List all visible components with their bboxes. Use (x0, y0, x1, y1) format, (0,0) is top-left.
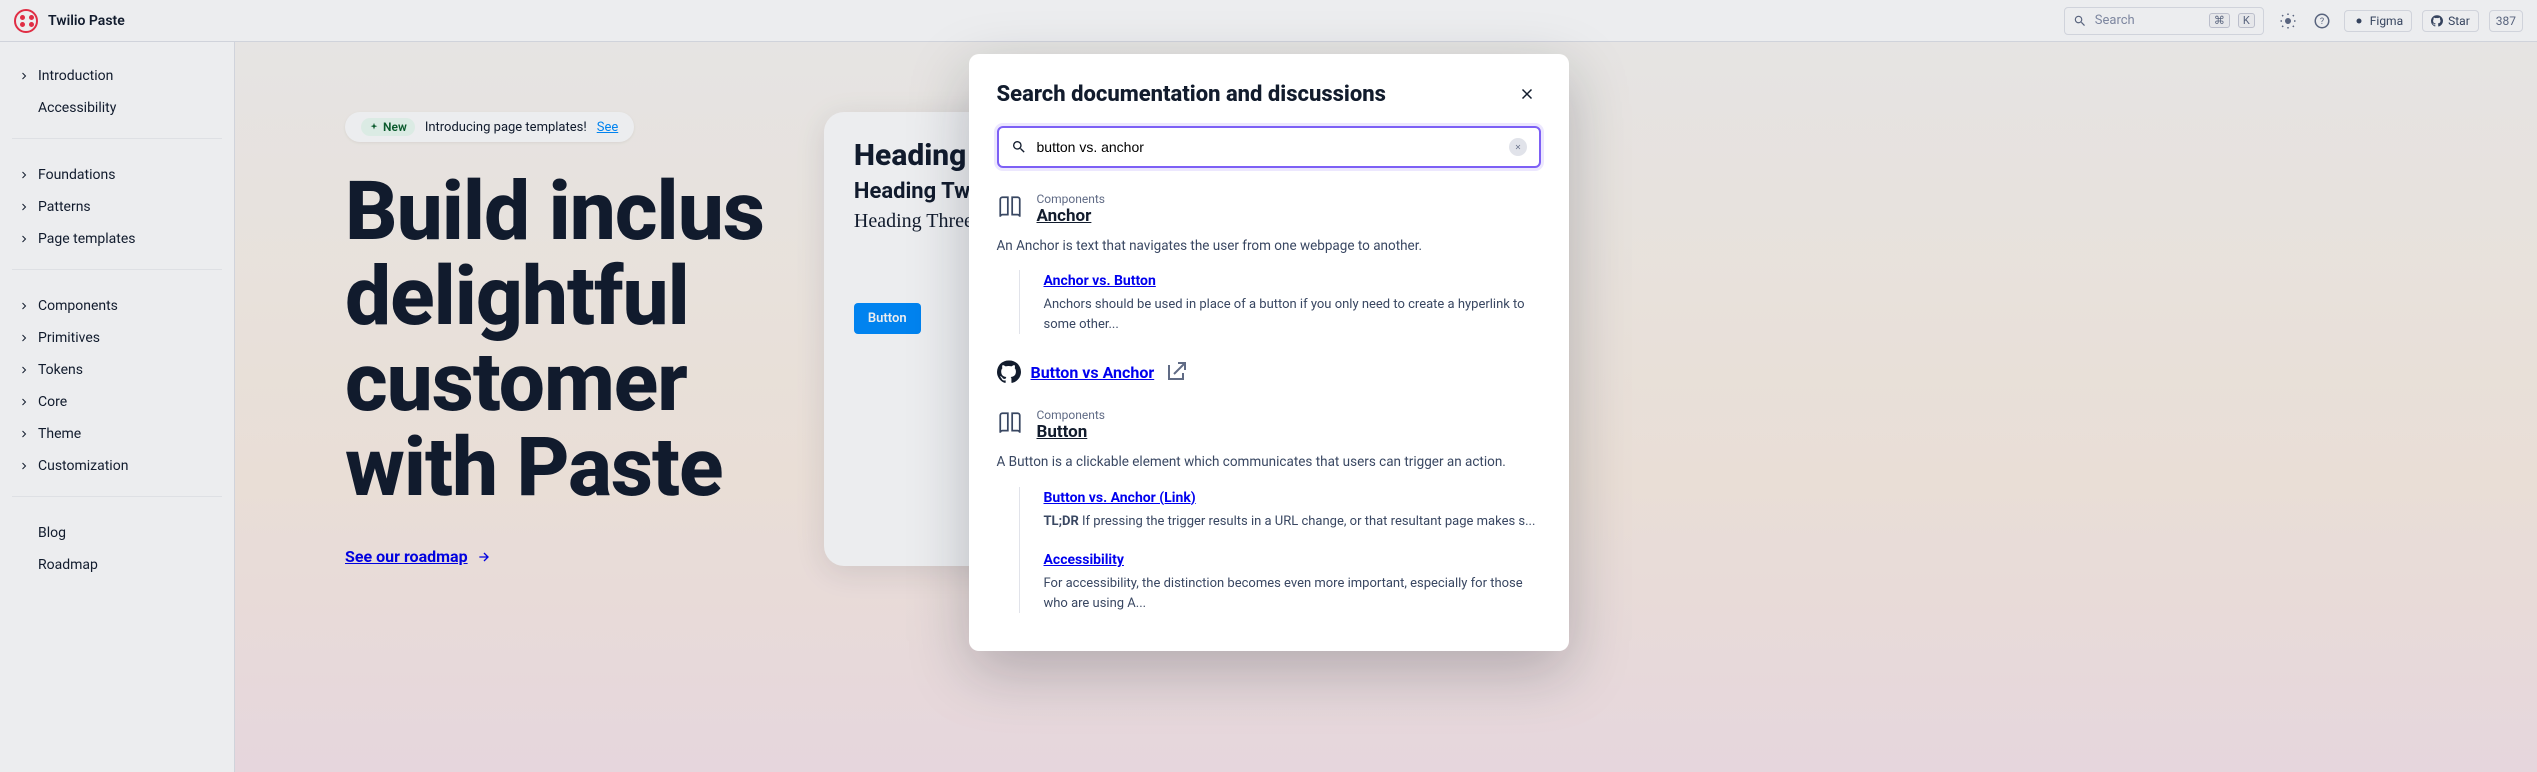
sub-result-link[interactable]: Anchor vs. Button (1044, 273, 1156, 289)
github-discussion-link[interactable]: Button vs Anchor (997, 360, 1541, 384)
search-icon (1011, 139, 1027, 155)
sub-result-description: Anchors should be used in place of a but… (1044, 295, 1541, 334)
sub-result-lead: TL;DR (1044, 514, 1079, 529)
modal-overlay[interactable]: Search documentation and discussions Com… (0, 0, 2537, 772)
close-icon (1518, 85, 1536, 103)
github-icon (997, 360, 1021, 384)
result-breadcrumb: Components (1037, 408, 1106, 422)
search-result: Components Button A Button is a clickabl… (997, 408, 1541, 613)
search-result: Components Anchor An Anchor is text that… (997, 192, 1541, 334)
sub-result-description: For accessibility, the distinction becom… (1044, 574, 1541, 613)
result-description: An Anchor is text that navigates the use… (997, 236, 1541, 256)
sub-result-description: TL;DR If pressing the trigger results in… (1044, 512, 1541, 532)
sub-result-link[interactable]: Accessibility (1044, 552, 1124, 568)
modal-title: Search documentation and discussions (997, 82, 1386, 107)
sub-result-link[interactable]: Button vs. Anchor (Link) (1044, 490, 1196, 506)
github-link-label[interactable]: Button vs Anchor (1031, 363, 1155, 382)
modal-close-button[interactable] (1513, 80, 1541, 108)
book-icon (997, 410, 1023, 436)
result-breadcrumb: Components (1037, 192, 1106, 206)
book-icon (997, 194, 1023, 220)
modal-search-field[interactable] (997, 126, 1541, 168)
result-title-link[interactable]: Anchor (1037, 206, 1092, 226)
external-link-icon (1164, 360, 1188, 384)
clear-search-button[interactable] (1509, 138, 1527, 156)
sub-result: Accessibility For accessibility, the dis… (1044, 549, 1541, 613)
result-title-link[interactable]: Button (1037, 422, 1088, 442)
modal-search-input[interactable] (1037, 139, 1499, 155)
sub-result: Anchor vs. Button Anchors should be used… (1044, 270, 1541, 334)
close-icon (1514, 143, 1522, 151)
search-modal: Search documentation and discussions Com… (969, 54, 1569, 651)
sub-result: Button vs. Anchor (Link) TL;DR If pressi… (1044, 487, 1541, 532)
sub-result-text: If pressing the trigger results in a URL… (1079, 514, 1536, 529)
result-description: A Button is a clickable element which co… (997, 452, 1541, 472)
